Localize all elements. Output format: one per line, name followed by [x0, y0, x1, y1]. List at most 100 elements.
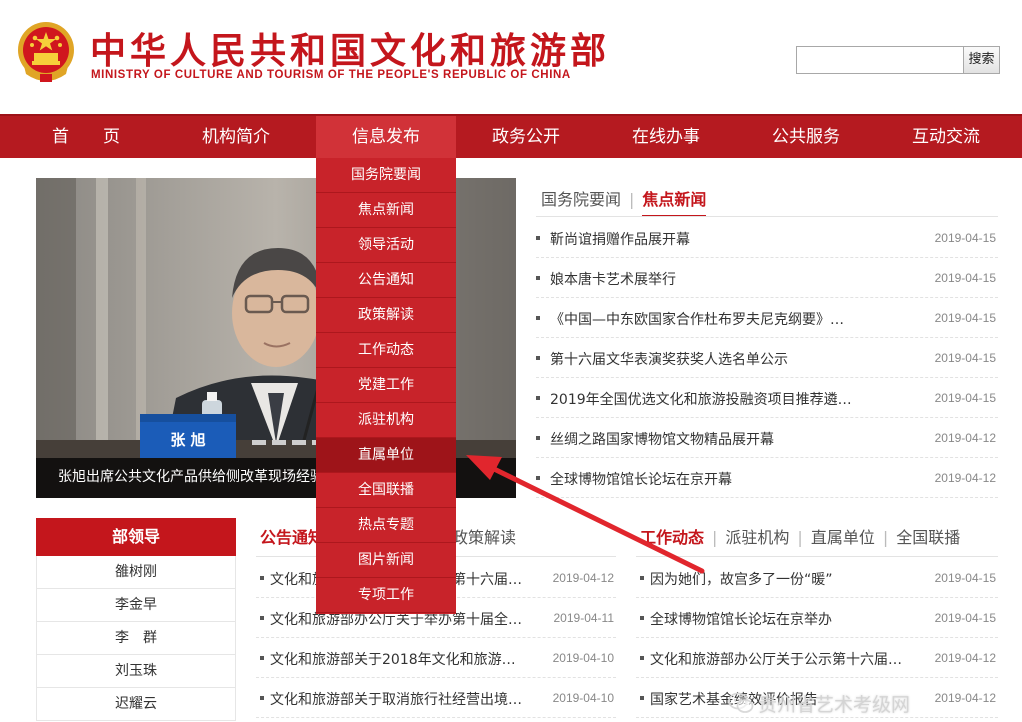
news-title-link[interactable]: 文化和旅游部办公厅关于公示第十六届… — [650, 649, 920, 669]
national-emblem-icon[interactable] — [16, 18, 76, 84]
dropdown-item[interactable]: 党建工作 — [316, 368, 456, 403]
tabs-divider — [536, 216, 998, 217]
bullet-icon — [536, 276, 540, 280]
nav-item-home[interactable]: 首 页 — [16, 116, 156, 158]
top-news-list: 靳尚谊捐赠作品展开幕 2019-04-15 娘本唐卡艺术展举行 2019-04-15 《… — [536, 218, 998, 498]
notice-list-item[interactable]: 文化和旅游部关于取消旅行社经营出境… 2019-04-10 — [256, 678, 616, 718]
tab-separator: | — [882, 528, 889, 547]
tab-stationed-agencies[interactable]: 派驻机构 — [725, 524, 789, 548]
notice-list-item[interactable]: 文化和旅游部关于2018年文化和旅游… 2019-04-10 — [256, 638, 616, 678]
tab-work-updates[interactable]: 工作动态 — [640, 524, 704, 548]
news-title-link[interactable]: 丝绸之路国家博物馆文物精品展开幕 — [550, 429, 880, 449]
dropdown-item[interactable]: 焦点新闻 — [316, 193, 456, 228]
search-input[interactable] — [796, 46, 964, 74]
top-news-tabs: 国务院要闻 | 焦点新闻 — [541, 186, 707, 217]
dropdown-item[interactable]: 直属单位 — [316, 438, 456, 473]
slider-dot[interactable] — [272, 440, 286, 445]
leaders-list: 雒树刚 李金早 李 群 刘玉珠 迟耀云 — [36, 556, 236, 721]
leaders-heading: 部领导 — [36, 518, 236, 556]
tab-state-council-news[interactable]: 国务院要闻 — [541, 186, 621, 210]
main-nav: 首 页 机构简介 信息发布 政务公开 在线办事 公共服务 互动交流 — [0, 114, 1022, 158]
leader-item[interactable]: 李 群 — [37, 622, 235, 655]
news-list-item[interactable]: 第十六届文华表演奖获奖人选名单公示 2019-04-15 — [536, 338, 998, 378]
work-divider — [636, 556, 998, 557]
dropdown-item[interactable]: 公告通知 — [316, 263, 456, 298]
news-date: 2019-04-15 — [934, 571, 996, 585]
leader-item[interactable]: 刘玉珠 — [37, 655, 235, 688]
news-list-item[interactable]: 娘本唐卡艺术展举行 2019-04-15 — [536, 258, 998, 298]
site-subtitle: MINISTRY OF CULTURE AND TOURISM OF THE P… — [91, 69, 571, 81]
bullet-icon — [536, 236, 540, 240]
news-list-item[interactable]: 靳尚谊捐赠作品展开幕 2019-04-15 — [536, 218, 998, 258]
dropdown-item[interactable]: 图片新闻 — [316, 543, 456, 578]
leader-item[interactable]: 雒树刚 — [37, 556, 235, 589]
leader-item[interactable]: 迟耀云 — [37, 688, 235, 721]
nav-item-government-affairs[interactable]: 政务公开 — [456, 116, 596, 158]
news-date: 2019-04-12 — [934, 431, 996, 445]
bullet-icon — [640, 696, 644, 700]
news-title-link[interactable]: 文化和旅游部关于取消旅行社经营出境… — [270, 689, 540, 709]
bullet-icon — [536, 436, 540, 440]
news-list-item[interactable]: 2019年全国优选文化和旅游投融资项目推荐遴… 2019-04-15 — [536, 378, 998, 418]
news-title-link[interactable]: 全球博物馆馆长论坛在京举办 — [650, 609, 920, 629]
dropdown-item[interactable]: 政策解读 — [316, 298, 456, 333]
dropdown-item[interactable]: 热点专题 — [316, 508, 456, 543]
news-list-item[interactable]: 丝绸之路国家博物馆文物精品展开幕 2019-04-12 — [536, 418, 998, 458]
news-date: 2019-04-12 — [552, 571, 614, 585]
news-title-link[interactable]: 娘本唐卡艺术展举行 — [550, 269, 880, 289]
news-list-item[interactable]: 《中国—中东欧国家合作杜布罗夫尼克纲要》… 2019-04-15 — [536, 298, 998, 338]
wechat-icon — [728, 692, 754, 713]
tab-national-broadcast[interactable]: 全国联播 — [896, 524, 960, 548]
news-date: 2019-04-15 — [934, 391, 996, 405]
bullet-icon — [536, 396, 540, 400]
tab-policy-interpretation[interactable]: 政策解读 — [452, 524, 516, 548]
info-release-dropdown: 国务院要闻 焦点新闻 领导活动 公告通知 政策解读 工作动态 党建工作 派驻机构 直属单位 全国联… — [316, 158, 456, 614]
bullet-icon — [640, 616, 644, 620]
bullet-icon — [260, 656, 264, 660]
work-tabs: 工作动态 | 派驻机构 | 直属单位 | 全国联播 — [640, 524, 960, 548]
news-date: 2019-04-15 — [934, 351, 996, 365]
nav-item-public-services[interactable]: 公共服务 — [736, 116, 876, 158]
dropdown-item[interactable]: 全国联播 — [316, 473, 456, 508]
news-title-link[interactable]: 全球博物馆馆长论坛在京开幕 — [550, 469, 880, 489]
dropdown-item[interactable]: 领导活动 — [316, 228, 456, 263]
news-title-link[interactable]: 因为她们，故宫多了一份“暖” — [650, 569, 920, 589]
news-date: 2019-04-15 — [934, 231, 996, 245]
news-date: 2019-04-12 — [934, 691, 996, 705]
news-date: 2019-04-12 — [934, 651, 996, 665]
news-title-link[interactable]: 文化和旅游部关于2018年文化和旅游… — [270, 649, 540, 669]
news-title-link[interactable]: 靳尚谊捐赠作品展开幕 — [550, 229, 880, 249]
news-date: 2019-04-10 — [552, 651, 614, 665]
news-title-link[interactable]: 《中国—中东欧国家合作杜布罗夫尼克纲要》… — [550, 309, 880, 329]
tab-separator: | — [797, 528, 803, 547]
bullet-icon — [536, 356, 540, 360]
tab-focus-news[interactable]: 焦点新闻 — [642, 186, 707, 217]
dropdown-item[interactable]: 工作动态 — [316, 333, 456, 368]
work-list-item[interactable]: 全球博物馆馆长论坛在京举办 2019-04-15 — [636, 598, 998, 638]
nav-item-info-release[interactable]: 信息发布 — [316, 116, 456, 158]
nameplate-label: 张 旭 — [170, 431, 206, 449]
tab-affiliated-units[interactable]: 直属单位 — [811, 524, 875, 548]
dropdown-item[interactable]: 派驻机构 — [316, 403, 456, 438]
bullet-icon — [536, 476, 540, 480]
nav-item-interaction[interactable]: 互动交流 — [876, 116, 1016, 158]
work-list-item[interactable]: 文化和旅游部办公厅关于公示第十六届… 2019-04-12 — [636, 638, 998, 678]
slider-dot[interactable] — [292, 440, 306, 445]
news-date: 2019-04-11 — [553, 611, 615, 625]
nav-item-about[interactable]: 机构简介 — [166, 116, 306, 158]
news-date: 2019-04-15 — [934, 271, 996, 285]
bullet-icon — [260, 696, 264, 700]
news-date: 2019-04-15 — [934, 611, 996, 625]
news-title-link[interactable]: 第十六届文华表演奖获奖人选名单公示 — [550, 349, 880, 369]
news-list-item[interactable]: 全球博物馆馆长论坛在京开幕 2019-04-12 — [536, 458, 998, 498]
leader-item[interactable]: 李金早 — [37, 589, 235, 622]
dropdown-item[interactable]: 国务院要闻 — [316, 158, 456, 193]
search-button[interactable]: 搜索 — [964, 46, 1000, 74]
slider-dot[interactable] — [252, 440, 266, 445]
news-title-link[interactable]: 2019年全国优选文化和旅游投融资项目推荐遴… — [550, 389, 880, 409]
dropdown-item[interactable]: 专项工作 — [316, 578, 456, 613]
tab-notices[interactable]: 公告通知 — [260, 524, 324, 548]
work-list-item[interactable]: 因为她们，故宫多了一份“暖” 2019-04-15 — [636, 558, 998, 598]
nav-item-online-services[interactable]: 在线办事 — [596, 116, 736, 158]
site-title[interactable]: 中华人民共和国文化和旅游部 — [90, 22, 610, 74]
